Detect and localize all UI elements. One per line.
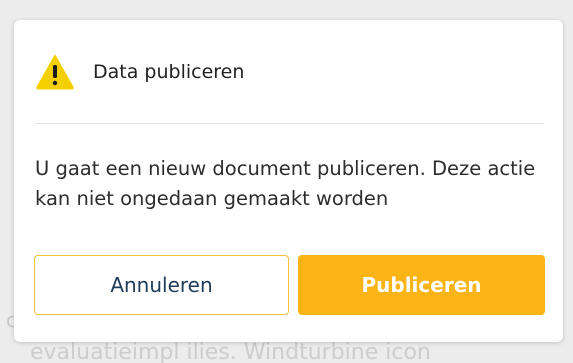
publish-dialog: Data publiceren U gaat een nieuw documen…: [14, 20, 563, 342]
dialog-message: U gaat een nieuw document publiceren. De…: [35, 157, 536, 210]
dialog-header: Data publiceren: [36, 54, 244, 90]
dialog-title: Data publiceren: [93, 61, 245, 83]
background-text: evaluatieimpl ilies. Windturbine icon: [30, 340, 431, 363]
cancel-button[interactable]: Annuleren: [34, 255, 289, 315]
publish-button[interactable]: Publiceren: [298, 255, 545, 315]
warning-icon: [36, 54, 74, 90]
header-divider: [35, 123, 544, 124]
